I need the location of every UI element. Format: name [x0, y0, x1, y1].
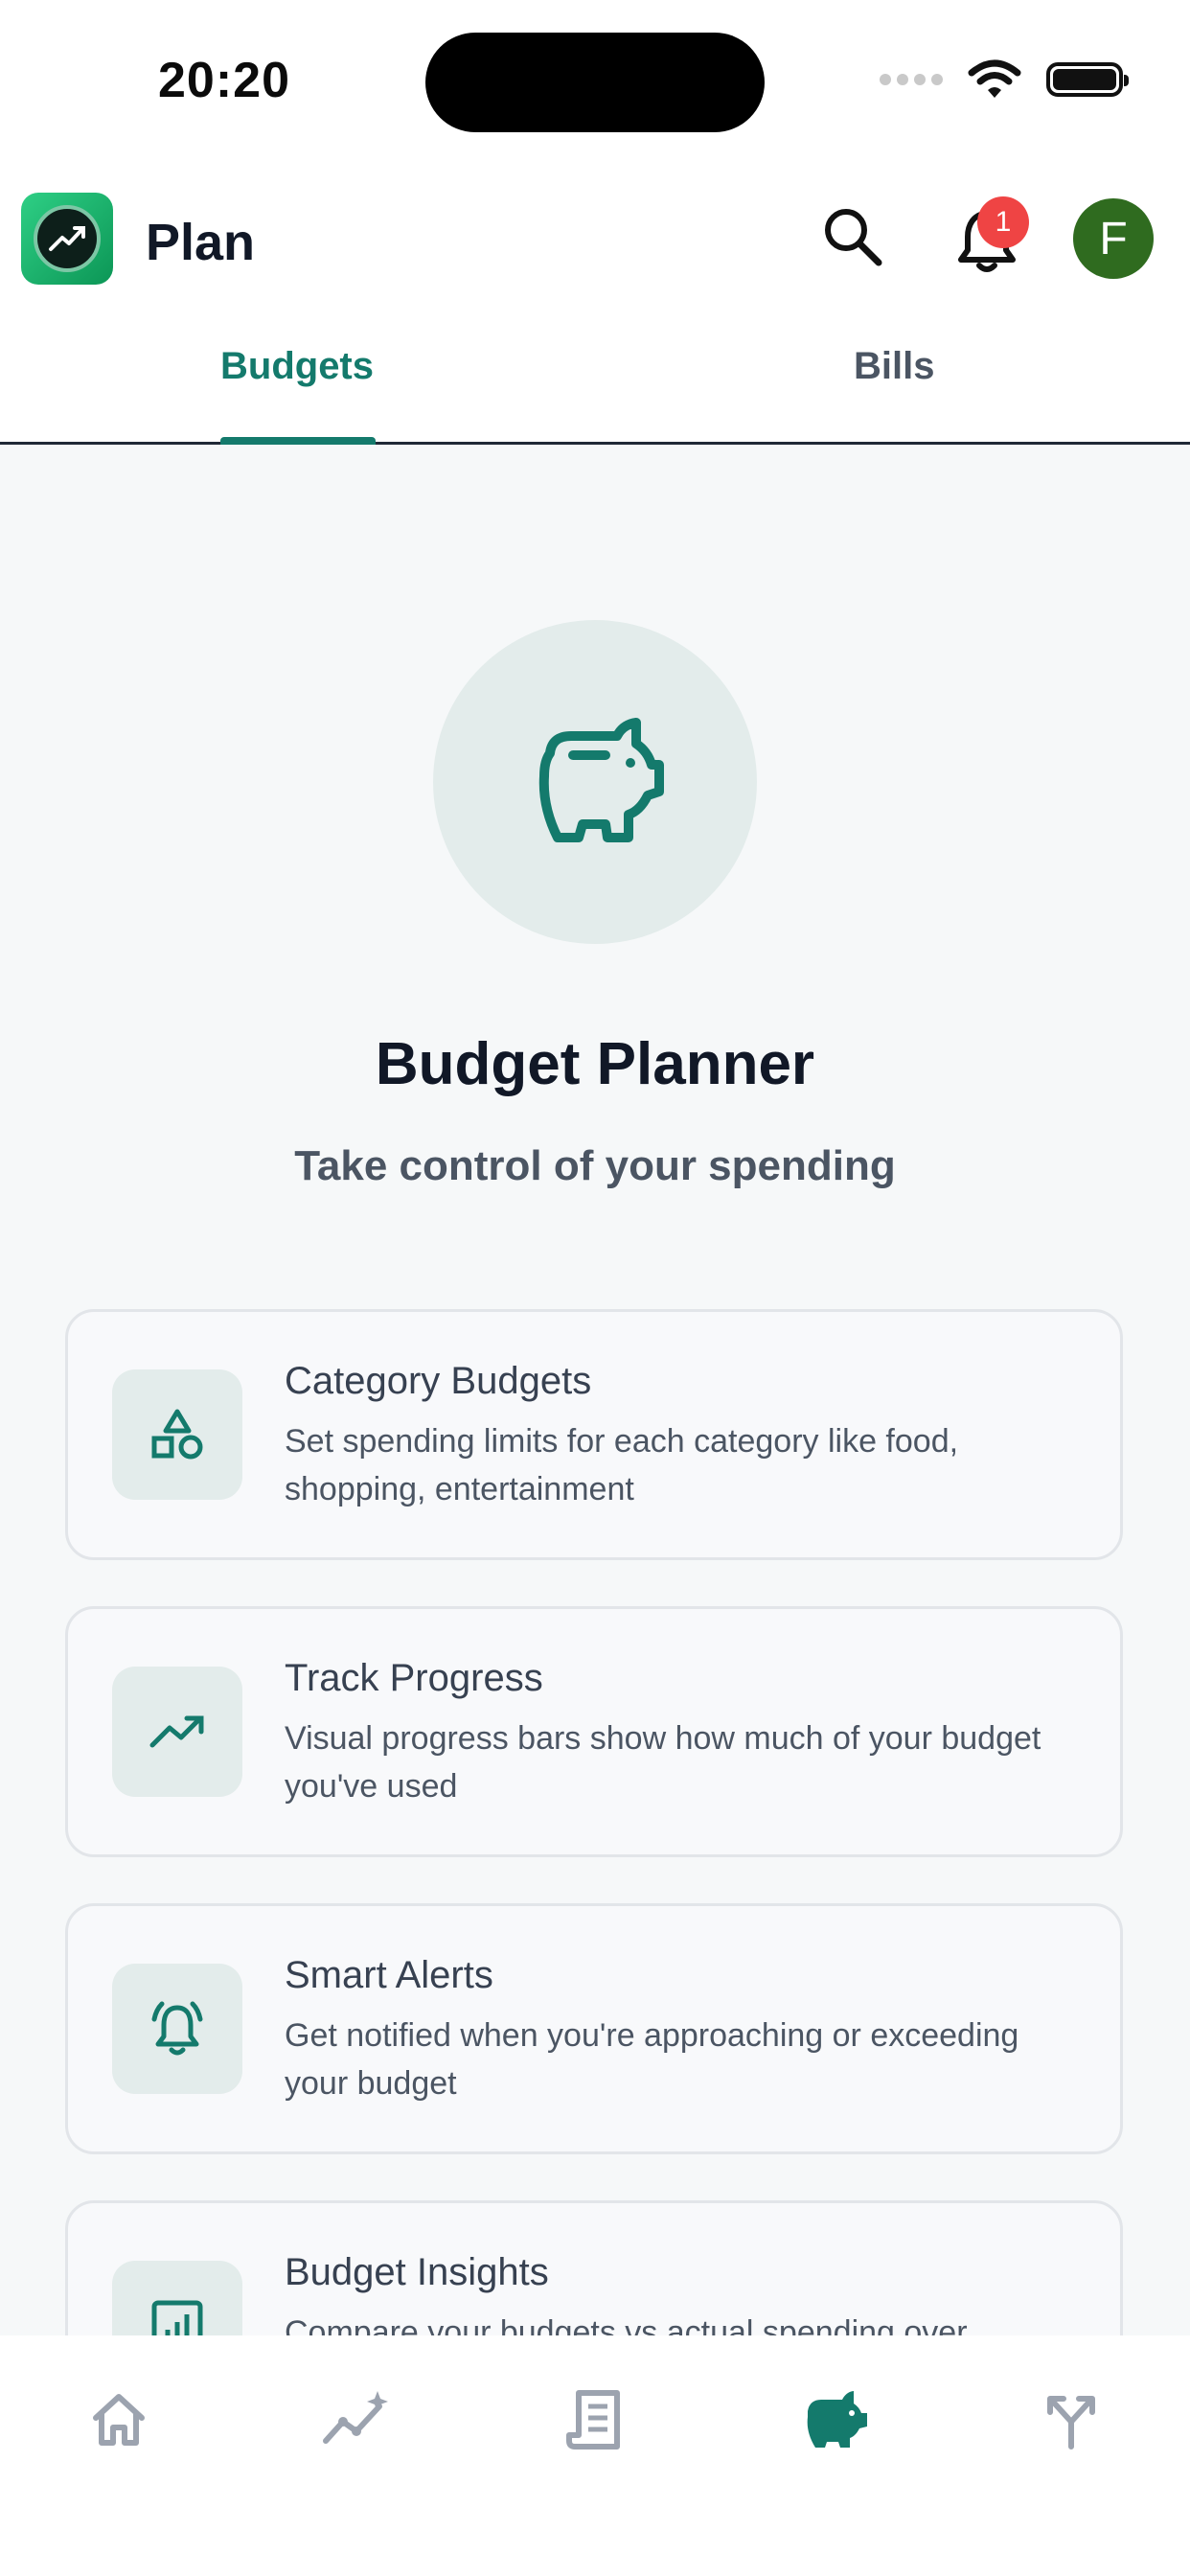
notification-badge: 1: [977, 196, 1029, 248]
wifi-icon: [968, 59, 1021, 98]
dynamic-island: [425, 33, 765, 132]
nav-home[interactable]: [80, 2381, 157, 2458]
signal-icon: [880, 74, 943, 85]
card-title: Category Budgets: [285, 1360, 592, 1402]
bottom-nav: [0, 2335, 1190, 2576]
sparkle-chart-icon: [323, 2391, 388, 2444]
feature-card-category-budgets: Category Budgets Set spending limits for…: [65, 1309, 1123, 1560]
card-description: Visual progress bars show how much of yo…: [285, 1720, 1041, 1805]
nav-transactions[interactable]: [558, 2381, 634, 2458]
app-logo: [21, 193, 113, 285]
status-icons: [880, 59, 1129, 100]
status-bar: 20:20: [0, 0, 1190, 163]
card-icon-wrap: [112, 1667, 242, 1797]
split-arrows-icon: [1047, 2396, 1095, 2450]
nav-split[interactable]: [1033, 2381, 1110, 2458]
tab-bills[interactable]: Bills: [854, 345, 934, 388]
nav-plan[interactable]: [795, 2381, 872, 2458]
piggy-bank-icon: [538, 718, 664, 842]
hero-icon-circle: [433, 620, 757, 944]
trending-up-icon: [149, 1715, 204, 1748]
tab-budgets[interactable]: Budgets: [220, 345, 374, 388]
receipt-icon: [566, 2390, 620, 2450]
card-title: Track Progress: [285, 1657, 543, 1699]
search-button[interactable]: [819, 203, 886, 270]
search-icon: [825, 209, 882, 266]
card-title: Smart Alerts: [285, 1954, 493, 1996]
page-title: Budget Planner: [375, 1031, 815, 1097]
card-icon-wrap: [112, 1964, 242, 2094]
app-title: Plan: [146, 214, 256, 271]
tab-bar: Budgets Bills: [0, 316, 1190, 445]
status-time: 20:20: [158, 53, 290, 108]
card-description: Set spending limits for each category li…: [285, 1423, 959, 1507]
card-title: Budget Insights: [285, 2251, 549, 2293]
shapes-icon: [151, 1409, 203, 1460]
nav-analytics[interactable]: [318, 2381, 395, 2458]
card-description: Get notified when you're approaching or …: [285, 2017, 1019, 2102]
avatar[interactable]: F: [1073, 198, 1154, 279]
active-tab-indicator: [220, 437, 376, 445]
bell-ring-icon: [151, 2001, 203, 2056]
home-icon: [93, 2394, 145, 2446]
feature-card-track-progress: Track Progress Visual progress bars show…: [65, 1606, 1123, 1857]
card-icon-wrap: [112, 1369, 242, 1500]
piggy-bank-icon: [807, 2391, 867, 2448]
feature-card-smart-alerts: Smart Alerts Get notified when you're ap…: [65, 1903, 1123, 2154]
battery-icon: [1046, 62, 1129, 97]
page-subtitle: Take control of your spending: [294, 1142, 896, 1189]
